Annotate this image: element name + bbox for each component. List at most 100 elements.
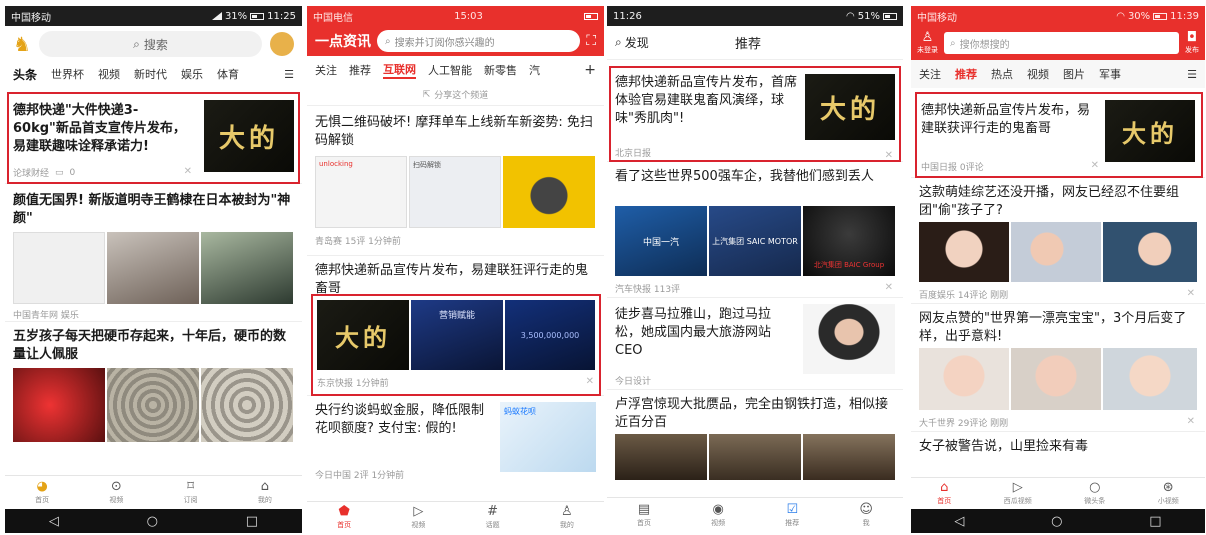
back-icon[interactable]: ◁ <box>49 514 59 529</box>
dismiss-icon[interactable]: ✕ <box>1091 160 1099 171</box>
search-input[interactable]: ⌕ 搜索 <box>38 31 262 57</box>
scan-icon[interactable]: ⛶ <box>586 33 596 49</box>
nav-me[interactable]: ♙ 我的 <box>560 505 574 530</box>
list-item[interactable]: 女子被警告说，山里捡来有毒 <box>911 432 1205 462</box>
tab-worldcup[interactable]: 世界杯 <box>51 66 84 82</box>
home-button-icon[interactable]: ○ <box>147 514 158 529</box>
nav-video[interactable]: ⊙ 视频 <box>109 480 123 505</box>
nav-subscribe[interactable]: ⌑ 订阅 <box>184 480 198 505</box>
list-item[interactable]: 卢浮宫惊现大批赝品，完全由钢铁打造，相似接近百分百 <box>607 390 903 480</box>
carrier: 中国移动 <box>917 12 957 24</box>
nav-xigua-video[interactable]: ▷ 西瓜视频 <box>1004 481 1032 506</box>
page-title: 推荐 <box>735 37 762 52</box>
bottom-nav: ⌂ 首页 ▷ 西瓜视频 ○ 微头条 ⊛ 小视频 <box>911 477 1205 509</box>
list-item[interactable]: 德邦快递新品宣传片发布，易建联获评行走的鬼畜哥 大的 中国日报 0评论 ✕ <box>911 92 1205 178</box>
dismiss-icon[interactable]: ✕ <box>885 282 893 293</box>
list-item[interactable]: 德邦快递新品宣传片发布，易建联狂评行走的鬼畜哥 大的 营销赋能 3,500,00… <box>307 256 604 396</box>
battery-level: 51% <box>857 10 880 22</box>
publish-button[interactable]: ◘ 发布 <box>1185 31 1199 55</box>
back-icon[interactable]: ◁ <box>954 514 964 529</box>
nav-home[interactable]: ▤ 首页 <box>637 503 651 528</box>
wifi-icon: ◠ <box>1116 10 1125 22</box>
search-input[interactable]: ⌕ 搜索并订阅你感兴趣的 <box>377 30 581 52</box>
item-image-2 <box>1011 348 1101 410</box>
search-icon: ⌕ <box>950 37 956 49</box>
phone-toutiao: 中国移动 31% 11:25 ♞ ⌕ 搜索 头条 世界杯 视频 新时代 娱乐 体育 … <box>5 6 302 533</box>
list-item[interactable]: 徒步喜马拉雅山，跑过马拉松，她成国内最大旅游网站CEO 今日设计 <box>607 298 903 390</box>
list-item[interactable]: 颜值无国界! 新版道明寺王鹤棣在日本被封为"神颜" 中国青年网 娱乐 <box>5 184 302 322</box>
item-image-1 <box>13 232 105 304</box>
list-item[interactable]: 看了这些世界500强车企，我替他们感到丢人 中国一汽 上汽集团 SAIC MOT… <box>607 162 903 298</box>
battery-icon <box>250 12 265 20</box>
nav-recommend[interactable]: ☑ 推荐 <box>785 503 799 528</box>
app-logo: 一点资讯 <box>315 34 371 50</box>
tab-recommend[interactable]: 推荐 <box>349 62 371 78</box>
nav-home[interactable]: ◕ 首页 <box>35 480 49 505</box>
battery-level: 31% <box>224 10 248 22</box>
tab-video[interactable]: 视频 <box>1027 66 1049 82</box>
list-item[interactable]: 央行约谈蚂蚁金服，降低限制花呗额度? 支付宝: 假的! 蚂蚁花呗 今日中国 2评… <box>307 396 604 482</box>
clock: 15:03 <box>454 10 483 22</box>
list-item[interactable]: 这款萌娃综艺还没开播，网友已经忍不住要组团"偷"孩子了? 百度娱乐 14评论 刚… <box>911 178 1205 304</box>
nav-video[interactable]: ▷ 视频 <box>411 505 425 530</box>
add-channel-icon[interactable]: + <box>584 62 596 78</box>
login-button[interactable]: ♙ 未登录 <box>917 31 938 55</box>
search-icon: ⌕ <box>385 35 391 47</box>
tab-headline[interactable]: 头条 <box>13 66 37 83</box>
item-image-3: 北汽集团 BAIC Group <box>803 206 895 276</box>
tab-auto[interactable]: 汽 <box>529 62 540 78</box>
avatar[interactable] <box>270 32 294 56</box>
share-channel[interactable]: ⇱ 分享这个频道 <box>307 84 604 106</box>
nav-home[interactable]: ⌂ 首页 <box>937 481 951 506</box>
tab-military[interactable]: 军事 <box>1099 66 1121 82</box>
nav-short-video[interactable]: ⊛ 小视频 <box>1158 481 1179 506</box>
nav-micro-headline[interactable]: ○ 微头条 <box>1084 481 1105 506</box>
list-item[interactable]: 德邦快递"大件快递3-60kg"新品首支宣传片发布，易建联趣味诠释承诺力! 大的… <box>5 92 302 184</box>
list-item[interactable]: 德邦快递新品宣传片发布，首席体验官易建联鬼畜风演绎，球味"秀肌肉"! 大的 北京… <box>607 66 903 162</box>
home-button-icon[interactable]: ○ <box>1051 514 1062 529</box>
tab-recommend[interactable]: 推荐 <box>955 66 977 82</box>
tab-video[interactable]: 视频 <box>98 66 120 82</box>
recents-icon[interactable]: □ <box>246 514 258 529</box>
channel-tabs: 关注 推荐 热点 视频 图片 军事 ☰ <box>911 60 1205 88</box>
dismiss-icon[interactable]: ✕ <box>885 150 893 161</box>
list-item[interactable]: 无惧二维码破坏! 摩拜单车上线新车新姿势: 免扫码解锁 unlocking 扫码… <box>307 106 604 256</box>
nav-video[interactable]: ◉ 视频 <box>711 503 725 528</box>
list-item[interactable]: 五岁孩子每天把硬币存起来，十年后，硬币的数量让人佩服 <box>5 322 302 442</box>
tab-new-retail[interactable]: 新零售 <box>484 62 517 78</box>
dismiss-icon[interactable]: ✕ <box>1187 288 1195 299</box>
menu-icon[interactable]: ☰ <box>284 68 294 81</box>
list-item[interactable]: 网友点赞的"世界第一漂亮宝宝"，3个月后变了样，出乎意料! 大千世界 29评论 … <box>911 304 1205 432</box>
bottom-nav: ⬟ 首页 ▷ 视频 # 话题 ♙ 我的 <box>307 501 604 533</box>
discover-button[interactable]: ⌕ 发现 <box>615 34 649 51</box>
item-image-3 <box>201 232 293 304</box>
tab-follow[interactable]: 关注 <box>315 62 337 78</box>
search-input[interactable]: ⌕ 搜你想搜的 <box>944 32 1179 54</box>
nav-me[interactable]: ☺ 我 <box>859 503 873 528</box>
menu-icon[interactable]: ☰ <box>1187 68 1197 81</box>
tab-hot[interactable]: 热点 <box>991 66 1013 82</box>
chat-icon: ○ <box>1089 480 1101 495</box>
nav-topic[interactable]: # 话题 <box>486 505 500 530</box>
dismiss-icon[interactable]: ✕ <box>1187 416 1195 427</box>
battery-icon <box>883 12 897 20</box>
nav-home[interactable]: ⬟ 首页 <box>337 505 351 530</box>
home-icon: ⌂ <box>940 480 949 495</box>
tab-follow[interactable]: 关注 <box>919 66 941 82</box>
tab-internet[interactable]: 互联网 <box>383 61 416 79</box>
news-icon: ▤ <box>637 502 651 517</box>
tab-new-era[interactable]: 新时代 <box>134 66 167 82</box>
tab-ai[interactable]: 人工智能 <box>428 62 472 78</box>
bottom-nav: ▤ 首页 ◉ 视频 ☑ 推荐 ☺ 我 <box>607 497 903 533</box>
dismiss-icon[interactable]: ✕ <box>184 166 192 177</box>
tab-picture[interactable]: 图片 <box>1063 66 1085 82</box>
item-title: 德邦快递新品宣传片发布，易建联获评行走的鬼畜哥 <box>921 103 1091 136</box>
recents-icon[interactable]: □ <box>1149 514 1161 529</box>
dismiss-icon[interactable]: ✕ <box>586 376 594 387</box>
tab-sports[interactable]: 体育 <box>217 66 239 82</box>
status-bar: 中国移动 31% 11:25 <box>5 6 302 26</box>
item-image-2: 扫码解锁 <box>409 156 501 228</box>
share-icon: ⇱ <box>422 89 431 100</box>
nav-me[interactable]: ⌂ 我的 <box>258 480 272 505</box>
tab-ent[interactable]: 娱乐 <box>181 66 203 82</box>
